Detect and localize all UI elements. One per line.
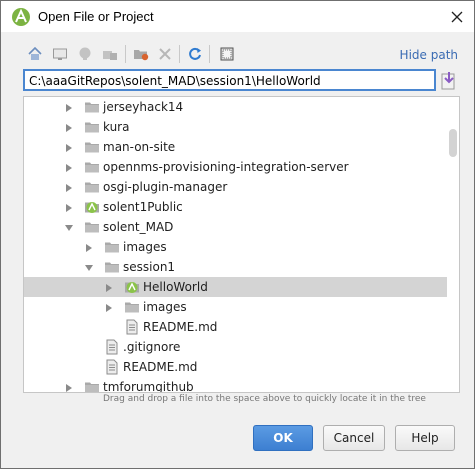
home-icon: [28, 46, 42, 60]
folder-icon: [124, 299, 140, 315]
close-button[interactable]: [440, 1, 474, 32]
collapsed-arrow-icon[interactable]: [64, 202, 74, 212]
tree-scrollbar[interactable]: [447, 97, 459, 392]
folder-icon: [104, 239, 120, 255]
scrollbar-thumb[interactable]: [449, 129, 457, 157]
project-button[interactable]: [75, 44, 95, 64]
collapsed-arrow-icon[interactable]: [104, 302, 114, 312]
home-button[interactable]: [25, 44, 45, 64]
tree-row[interactable]: images: [24, 237, 444, 257]
hide-path-link[interactable]: Hide path: [400, 48, 458, 62]
folder-icon: [84, 219, 100, 235]
folder-icon: [104, 259, 120, 275]
window-title: Open File or Project: [38, 9, 154, 24]
tree-row[interactable]: README.md: [24, 317, 444, 337]
tree-row[interactable]: HelloWorld: [24, 277, 447, 297]
tree-row-label: images: [123, 240, 167, 254]
show-hidden-button[interactable]: [217, 44, 237, 64]
file-icon: [104, 359, 120, 375]
collapsed-arrow-icon[interactable]: [64, 122, 74, 132]
tree-row-label: session1: [123, 260, 176, 274]
tree-row[interactable]: session1: [24, 257, 444, 277]
project-icon: [79, 47, 91, 60]
tree-row[interactable]: tmforumgithub: [24, 377, 444, 393]
module-icon: [103, 51, 117, 60]
open-file-dialog: Open File or Project Hide path C:\aaaGit…: [0, 0, 475, 469]
file-icon: [104, 339, 120, 355]
tree-row-label: opennms-provisioning-integration-server: [103, 160, 349, 174]
tree-row-label: man-on-site: [103, 140, 176, 154]
desktop-icon: [53, 48, 67, 60]
tree-row[interactable]: opennms-provisioning-integration-server: [24, 157, 444, 177]
path-input[interactable]: [29, 73, 429, 89]
tree-row[interactable]: man-on-site: [24, 137, 444, 157]
tree-row[interactable]: solent_MAD: [24, 217, 444, 237]
show-hidden-icon: [220, 47, 234, 61]
folder-icon: [84, 179, 100, 195]
collapsed-arrow-icon[interactable]: [104, 282, 114, 292]
tree-row-label: tmforumgithub: [103, 380, 194, 393]
folder-icon: [84, 99, 100, 115]
folder-icon: [84, 159, 100, 175]
collapsed-arrow-icon[interactable]: [84, 242, 94, 252]
tree-row[interactable]: jerseyhack14: [24, 97, 444, 117]
tree-row[interactable]: osgi-plugin-manager: [24, 177, 444, 197]
cancel-button[interactable]: Cancel: [323, 425, 385, 451]
desktop-button[interactable]: [50, 44, 70, 64]
tree-row-label: HelloWorld: [143, 280, 208, 294]
help-button[interactable]: Help: [395, 425, 455, 451]
tree-row-label: README.md: [143, 320, 218, 334]
folder-icon: [84, 379, 100, 392]
tree-row[interactable]: README.md: [24, 357, 444, 377]
tree-row-label: solent_MAD: [103, 220, 174, 234]
folder-icon: [84, 119, 100, 135]
tree-row[interactable]: kura: [24, 117, 444, 137]
android-project-icon: [124, 279, 140, 295]
tree-row-label: README.md: [123, 360, 198, 374]
close-icon: [451, 11, 463, 22]
expanded-arrow-icon[interactable]: [84, 262, 94, 272]
collapsed-arrow-icon[interactable]: [64, 382, 74, 392]
tree-row-label: osgi-plugin-manager: [103, 180, 228, 194]
new-folder-icon: [134, 50, 149, 61]
tree-row-label: images: [143, 300, 187, 314]
android-studio-icon: [12, 8, 30, 26]
refresh-icon: [189, 47, 201, 60]
delete-button[interactable]: [155, 44, 175, 64]
collapsed-arrow-icon[interactable]: [64, 182, 74, 192]
tree-row[interactable]: images: [24, 297, 444, 317]
toolbar: [21, 42, 461, 66]
module-button[interactable]: [100, 44, 120, 64]
refresh-button[interactable]: [185, 44, 205, 64]
collapsed-arrow-icon[interactable]: [64, 142, 74, 152]
ok-button[interactable]: OK: [253, 425, 313, 451]
path-history-icon[interactable]: [440, 71, 458, 91]
tree-row[interactable]: solent1Public: [24, 197, 444, 217]
delete-icon: [159, 48, 171, 60]
expanded-arrow-icon[interactable]: [64, 222, 74, 232]
folder-icon: [84, 139, 100, 155]
drag-drop-hint: Drag and drop a file into the space abov…: [103, 394, 426, 404]
tree-row-label: .gitignore: [123, 340, 181, 354]
tree-row-label: jerseyhack14: [103, 100, 184, 114]
title-bar: Open File or Project: [1, 1, 474, 32]
collapsed-arrow-icon[interactable]: [64, 162, 74, 172]
tree-row-label: kura: [103, 120, 130, 134]
file-icon: [124, 319, 140, 335]
android-project-icon: [84, 199, 100, 215]
new-folder-button[interactable]: [131, 44, 151, 64]
collapsed-arrow-icon[interactable]: [64, 102, 74, 112]
tree-row-label: solent1Public: [103, 200, 183, 214]
path-field: [23, 69, 436, 91]
tree-row[interactable]: .gitignore: [24, 337, 444, 357]
file-tree[interactable]: jerseyhack14 kura man-on-site opennms-provi…: [23, 96, 460, 393]
